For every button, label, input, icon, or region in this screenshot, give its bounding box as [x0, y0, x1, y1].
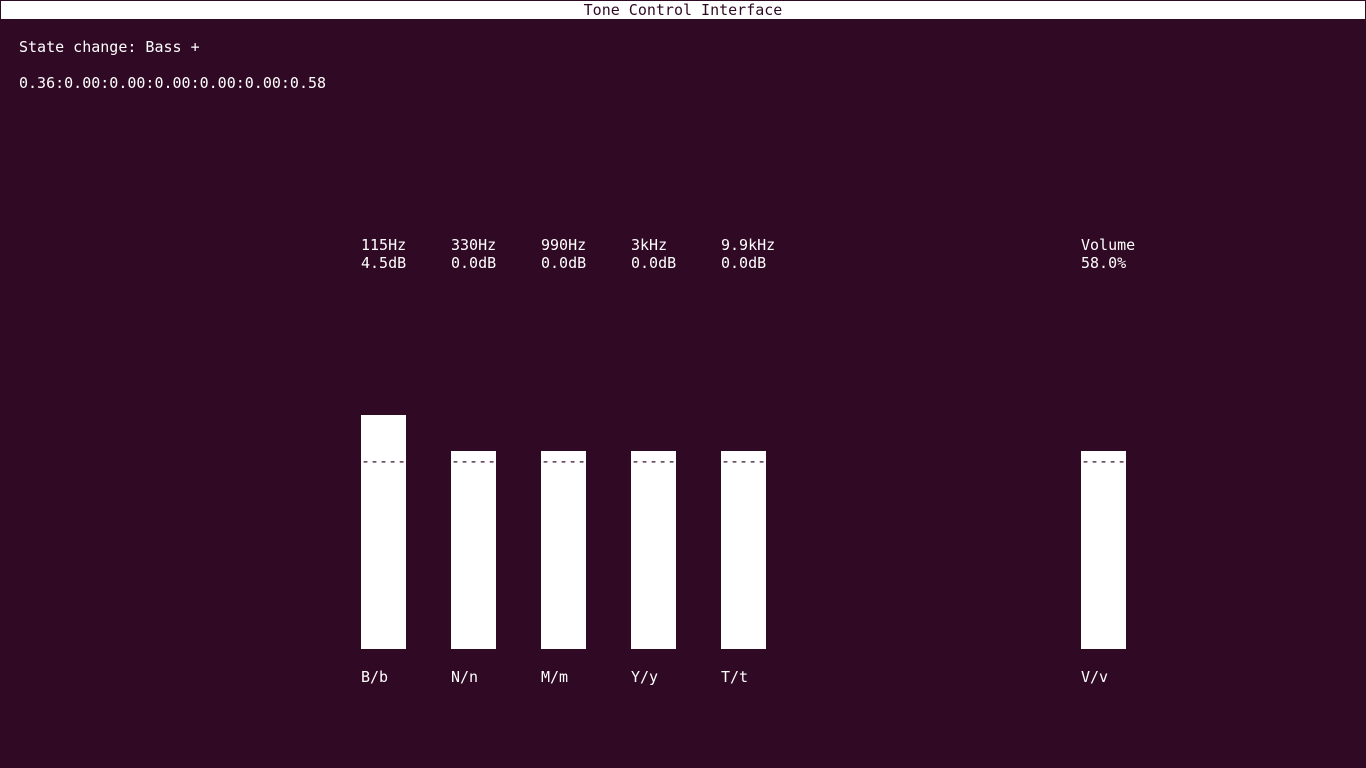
- band-low-mid: 330Hz 0.0dB ----- N/n: [451, 236, 541, 686]
- band-gain-label: 0.0dB: [451, 254, 497, 272]
- band-slider-bass[interactable]: [361, 415, 406, 649]
- zero-level-marker: -----: [721, 454, 766, 468]
- zero-level-marker: -----: [541, 454, 586, 468]
- band-slider-high-mid[interactable]: [631, 451, 676, 649]
- band-bass: 115Hz 4.5dB ----- B/b: [361, 236, 451, 686]
- band-slider-mid[interactable]: [541, 451, 586, 649]
- band-key-hint: N/n: [451, 668, 479, 686]
- zero-level-marker: -----: [631, 454, 676, 468]
- band-gain-label: 0.0dB: [631, 254, 677, 272]
- band-frequency-label: 115Hz: [361, 236, 407, 254]
- zero-level-marker: -----: [361, 454, 406, 468]
- zero-level-marker: -----: [1081, 454, 1126, 468]
- volume-slider[interactable]: [1081, 451, 1126, 649]
- band-key-hint: M/m: [541, 668, 569, 686]
- volume-label: Volume: [1081, 236, 1136, 254]
- band-treble: 9.9kHz 0.0dB ----- T/t: [721, 236, 811, 686]
- zero-level-marker: -----: [451, 454, 496, 468]
- volume-level-label: 58.0%: [1081, 254, 1127, 272]
- terminal-window: Tone Control Interface State change: Bas…: [0, 0, 1366, 768]
- band-frequency-label: 9.9kHz: [721, 236, 776, 254]
- window-title: Tone Control Interface: [1, 1, 1365, 19]
- band-high-mid: 3kHz 0.0dB ----- Y/y: [631, 236, 721, 686]
- volume-control: Volume 58.0% ----- V/v: [1081, 236, 1171, 686]
- band-frequency-label: 3kHz: [631, 236, 668, 254]
- band-key-hint: B/b: [361, 668, 389, 686]
- band-frequency-label: 990Hz: [541, 236, 587, 254]
- band-key-hint: T/t: [721, 668, 749, 686]
- band-slider-treble[interactable]: [721, 451, 766, 649]
- band-gain-label: 0.0dB: [541, 254, 587, 272]
- values-readout: 0.36:0.00:0.00:0.00:0.00:0.00:0.58: [19, 74, 327, 92]
- state-change-text: State change: Bass +: [19, 38, 200, 56]
- band-mid: 990Hz 0.0dB ----- M/m: [541, 236, 631, 686]
- band-frequency-label: 330Hz: [451, 236, 497, 254]
- band-slider-low-mid[interactable]: [451, 451, 496, 649]
- band-gain-label: 0.0dB: [721, 254, 767, 272]
- volume-key-hint: V/v: [1081, 668, 1109, 686]
- band-gain-label: 4.5dB: [361, 254, 407, 272]
- band-key-hint: Y/y: [631, 668, 659, 686]
